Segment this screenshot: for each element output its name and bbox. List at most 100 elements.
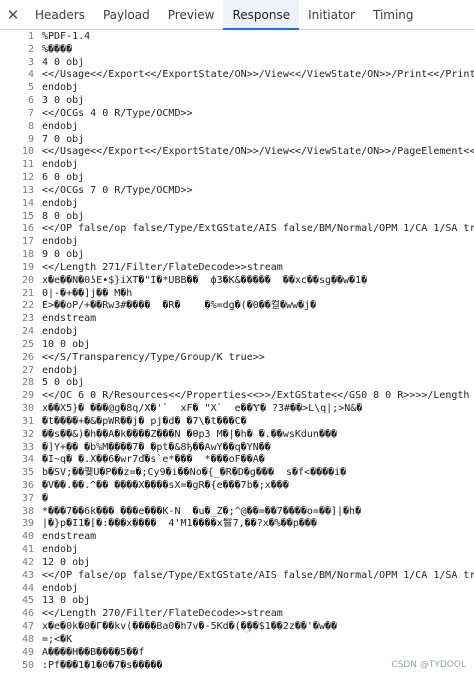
- line-text: endobj: [42, 236, 79, 248]
- devtools-tab-bar: ✕ Headers Payload Preview Response Initi…: [0, 0, 474, 30]
- code-line: 39 |�}p�I1�[�:���x���� 4'M1����x鬙7,��?x�%…: [0, 518, 474, 531]
- tab-response[interactable]: Response: [223, 0, 300, 30]
- code-line: 26 <</S/Transparency/Type/Group/K true>>: [0, 352, 474, 365]
- line-number: 39: [21, 518, 34, 530]
- code-line: 8 endobj: [0, 121, 474, 134]
- code-line: 2 %����: [0, 44, 474, 57]
- code-line: 1 %PDF-1.4: [0, 31, 474, 44]
- code-line: 29 <</OC 6 0 R/Resources<</Properties<<>>…: [0, 390, 474, 403]
- line-text: A����H��B����5��f: [42, 646, 145, 658]
- line-text: <</Usage<</Export<</ExportState/ON>>/Vie…: [42, 69, 474, 81]
- line-number: 37: [21, 492, 34, 504]
- line-number: 1: [27, 31, 34, 42]
- code-line: 35 b�SV;��퀮U�P��z=�;Cy9�i��No�{_�R�D�g���…: [0, 467, 474, 480]
- code-line: 18 9 0 obj: [0, 249, 474, 262]
- line-text: <</Length 270/Filter/FlateDecode>>stream: [42, 608, 283, 620]
- line-text: �I~q� �.X��6�wr7ď�s`e*��� *���oF��A�: [42, 454, 265, 466]
- line-text: endobj: [42, 364, 79, 376]
- line-number: 11: [21, 159, 34, 171]
- line-number: 17: [21, 236, 34, 248]
- code-line: 3 4 0 obj: [0, 57, 474, 70]
- line-number: 32: [21, 428, 34, 440]
- line-number: 27: [21, 364, 34, 376]
- code-line: 46 <</Length 270/Filter/FlateDecode>>stre…: [0, 608, 474, 621]
- line-text: 9 0 obj: [42, 249, 85, 261]
- line-number: 35: [21, 467, 34, 479]
- line-number: 25: [21, 338, 34, 350]
- line-number: 40: [21, 531, 34, 543]
- line-number: 14: [21, 197, 34, 209]
- code-line: 41 endobj: [0, 544, 474, 557]
- line-number: 3: [27, 56, 34, 68]
- code-line: 30 x��X5}� ���@g�8q/X�'` xF� "X` e��Ɏ� ?3…: [0, 403, 474, 416]
- code-line: 27 endobj: [0, 365, 474, 378]
- line-number: 48: [21, 633, 34, 645]
- line-text: endobj: [42, 82, 79, 94]
- code-line: 24 endobj: [0, 326, 474, 339]
- line-number: 42: [21, 556, 34, 568]
- line-text: <</OP false/op false/Type/ExtGState/AIS …: [42, 223, 474, 235]
- code-line: 7 <</OCGs 4 0 R/Type/OCMD>>: [0, 108, 474, 121]
- tab-initiator[interactable]: Initiator: [299, 0, 364, 29]
- line-number: 5: [27, 82, 34, 94]
- line-number: 4: [27, 69, 34, 81]
- watermark: CSDN @TYDOOL: [391, 660, 466, 670]
- tab-headers[interactable]: Headers: [26, 0, 94, 29]
- line-number: 19: [21, 261, 34, 273]
- line-text: x�e�0k�0�Γ��kv(����Ba0�h7v�-5Kd�(�ۣ��$1�…: [42, 621, 338, 633]
- line-number: 8: [27, 120, 34, 132]
- line-text: 8 0 obj: [42, 210, 85, 222]
- line-text: %PDF-1.4: [42, 31, 91, 42]
- tab-payload[interactable]: Payload: [94, 0, 159, 29]
- line-text: endobj: [42, 197, 79, 209]
- code-line: 17 endobj: [0, 236, 474, 249]
- line-text: endobj: [42, 326, 79, 338]
- line-text: <</OCGs 4 0 R/Type/OCMD>>: [42, 107, 193, 119]
- code-line: 28 5 0 obj: [0, 377, 474, 390]
- code-line: 42 12 0 obj: [0, 557, 474, 570]
- code-line: 38 *���7��6k��� ���e���K-N �u�_Z�;^@��=��…: [0, 506, 474, 519]
- line-text: E>��oP/+��Rw3#���� �R� �%=dg�(�0��컬�ww�j…: [42, 300, 317, 312]
- code-line: 45 13 0 obj: [0, 595, 474, 608]
- code-line: 12 6 0 obj: [0, 172, 474, 185]
- line-number: 15: [21, 210, 34, 222]
- line-text: ��s��&)�h��A�k����Z���N �Ɵp3 M�|�h� �.��…: [42, 428, 338, 440]
- line-text: endobj: [42, 582, 79, 594]
- line-number: 33: [21, 441, 34, 453]
- code-line: 32 ��s��&)�h��A�k����Z���N �Ɵp3 M�|�h� �.…: [0, 429, 474, 442]
- line-number: 9: [27, 133, 34, 145]
- line-number: 26: [21, 351, 34, 363]
- line-text: x�e��N�0ʖE•$}iXT�"I�*UBB�� ф3�K&����� ��…: [42, 274, 368, 286]
- line-number: 16: [21, 223, 34, 235]
- line-text: 6 0 obj: [42, 172, 85, 184]
- code-line: 22 E>��oP/+��Rw3#���� �R� �%=dg�(�0��컬�ww…: [0, 300, 474, 313]
- tab-preview[interactable]: Preview: [159, 0, 224, 29]
- line-text: <</S/Transparency/Type/Group/K true>>: [42, 351, 265, 363]
- line-text: 7 0 obj: [42, 133, 85, 145]
- tab-timing[interactable]: Timing: [364, 0, 423, 29]
- line-number: 18: [21, 249, 34, 261]
- line-text: endstream: [42, 531, 97, 543]
- code-line: 16 <</OP false/op false/Type/ExtGState/AI…: [0, 223, 474, 236]
- line-number: 12: [21, 172, 34, 184]
- line-text: endobj: [42, 120, 79, 132]
- code-line: 14 endobj: [0, 198, 474, 211]
- line-text: endobj: [42, 159, 79, 171]
- line-text: b�SV;��퀮U�P��z=�;Cy9�i��No�{_�R�D�g��� s…: [42, 467, 347, 479]
- line-number: 7: [27, 107, 34, 119]
- code-line: 44 endobj: [0, 583, 474, 596]
- line-number: 44: [21, 582, 34, 594]
- line-text: <</Usage<</Export<</ExportState/ON>>/Vie…: [42, 146, 474, 158]
- line-number: 41: [21, 544, 34, 556]
- line-number: 38: [21, 505, 34, 517]
- code-line: 15 8 0 obj: [0, 211, 474, 224]
- code-line: 36 �V��.��.^�� ����X����sX=�gR�{e���7b�;x…: [0, 480, 474, 493]
- close-icon[interactable]: ✕: [0, 0, 26, 29]
- line-text: 0|-�+��]j�� M�h: [42, 287, 133, 299]
- line-number: 45: [21, 595, 34, 607]
- line-text: 10 0 obj: [42, 338, 91, 350]
- line-text: <</OC 6 0 R/Resources<</Properties<<>>/E…: [42, 390, 474, 402]
- response-body[interactable]: 1 %PDF-1.4 2 %���� 3 4 0 obj 4 <</Usage<</Expor…: [0, 31, 474, 676]
- code-line: 11 endobj: [0, 159, 474, 172]
- line-number: 21: [21, 287, 34, 299]
